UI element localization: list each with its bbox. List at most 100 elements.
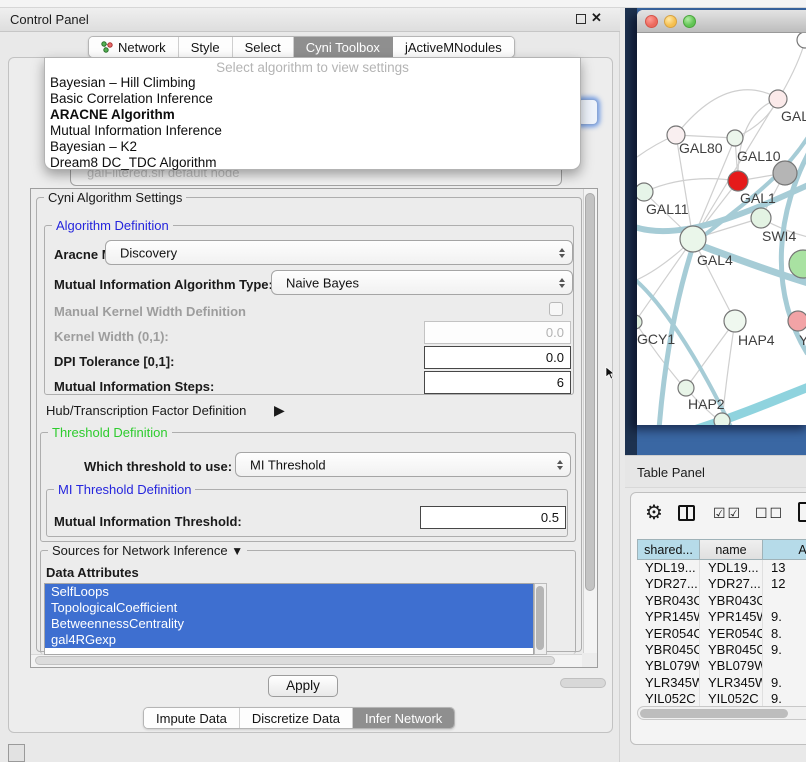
tab-label: Discretize Data <box>252 711 340 726</box>
control-panel-tabbar: NetworkStyle Select Cyni Toolbox jActiveMNo… <box>88 36 515 58</box>
attribute-list-scrollbar-thumb[interactable] <box>536 586 544 650</box>
threshold-definition-title: Threshold Definition <box>48 425 172 440</box>
gear-icon[interactable]: ⚙ <box>645 500 663 525</box>
mi-algorithm-type-select[interactable]: Naive Bayes <box>271 270 573 295</box>
settings-horizontal-scrollbar-thumb[interactable] <box>35 656 555 665</box>
algorithm-option-bayesian-k2[interactable]: Bayesian – K2 <box>45 139 580 155</box>
which-threshold-select[interactable]: MI Threshold <box>235 452 571 477</box>
tab-label: Select <box>245 40 281 55</box>
tab-impute-data[interactable]: Impute Data <box>144 708 240 728</box>
close-icon[interactable]: ✕ <box>591 10 602 26</box>
network-node[interactable] <box>728 171 748 191</box>
dpi-tolerance-input[interactable]: 0.0 <box>424 346 571 369</box>
table-row[interactable]: YER054CYER054C8. <box>637 626 806 642</box>
restore-icon[interactable] <box>576 14 586 24</box>
attribute-topologicalcoefficient[interactable]: TopologicalCoefficient <box>45 600 533 616</box>
table-horizontal-scrollbar-thumb[interactable] <box>640 709 788 718</box>
mi-steps-input[interactable]: 6 <box>424 371 571 394</box>
table-cell: YBR045C <box>700 642 763 658</box>
hub-definition-label[interactable]: Hub/Transcription Factor Definition <box>46 403 246 418</box>
collapse-arrow-icon[interactable]: ▼ <box>231 544 243 558</box>
table-row[interactable]: YDL19...YDL19...13 <box>637 560 806 576</box>
spinner-arrows-icon <box>557 460 563 470</box>
manual-kernel-width-checkbox[interactable] <box>549 302 563 316</box>
column-header-name[interactable]: name <box>700 539 763 560</box>
tab-discretize-data[interactable]: Discretize Data <box>240 708 353 728</box>
table-row[interactable]: YBR043CYBR043C <box>637 593 806 609</box>
kernel-width-input[interactable]: 0.0 <box>424 321 571 344</box>
mi-threshold-group-title: MI Threshold Definition <box>54 482 195 497</box>
network-node-swi4[interactable] <box>789 250 806 278</box>
network-node-label: HAP2 <box>688 396 725 412</box>
tab-cyni-toolbox[interactable]: Cyni Toolbox <box>294 37 393 57</box>
network-node-hap2[interactable] <box>678 380 694 396</box>
minimize-button[interactable] <box>664 15 677 28</box>
select-all-checkbox-icon[interactable]: ☑☑ <box>713 505 742 522</box>
node-table: shared...nameA YDL19...YDL19...13YDR27..… <box>637 539 806 708</box>
table-row[interactable]: YPR145WYPR145W9. <box>637 609 806 625</box>
tab-network[interactable]: Network <box>89 37 179 57</box>
network-node-hap4[interactable] <box>724 310 746 332</box>
network-node-label: SWI4 <box>762 228 796 244</box>
network-node[interactable] <box>773 161 797 185</box>
mi-threshold-input[interactable]: 0.5 <box>420 506 566 529</box>
algorithm-option-dream8-dc-tdc-algorithm[interactable]: Dream8 DC_TDC Algorithm <box>45 155 580 171</box>
network-canvas[interactable]: GALGAL80GAL10GAL1GAL11GAL4SWI4GCY1HAP4YH… <box>637 33 806 425</box>
table-panel-card: ⚙ ☑☑ ☐☐ shared...nameA YDL19...YDL19...1… <box>630 492 806 745</box>
tab-select[interactable]: Select <box>233 37 294 57</box>
table-row[interactable]: YLR345WYLR345W9. <box>637 675 806 691</box>
column-header-shared[interactable]: shared... <box>637 539 700 560</box>
aracne-mode-select[interactable]: Discovery <box>105 240 573 265</box>
tab-style[interactable]: Style <box>179 37 233 57</box>
kernel-width-label: Kernel Width (0,1): <box>54 329 169 344</box>
column-header-a[interactable]: A <box>763 539 806 560</box>
table-cell: YPR145W <box>700 609 763 625</box>
panel-horizontal-scrollbar-thumb[interactable] <box>560 678 606 688</box>
network-node-gal11[interactable] <box>637 183 653 201</box>
network-node-gal[interactable] <box>769 90 787 108</box>
algorithm-option-mutual-information-inference[interactable]: Mutual Information Inference <box>45 123 580 139</box>
table-row[interactable]: YBL079WYBL079W <box>637 658 806 674</box>
deselect-all-checkbox-icon[interactable]: ☐☐ <box>755 505 784 522</box>
close-button[interactable] <box>645 15 658 28</box>
expand-arrow-icon[interactable]: ▶ <box>274 402 285 419</box>
attribute-selfloops[interactable]: SelfLoops <box>45 584 533 600</box>
algorithm-option-bayesian-hill-climbing[interactable]: Bayesian – Hill Climbing <box>45 75 580 91</box>
network-node-label: GAL1 <box>740 190 776 206</box>
minimized-panel-box[interactable] <box>8 744 25 762</box>
network-panel-shadow <box>625 8 637 455</box>
table-cell: YLR345W <box>700 675 763 691</box>
table-cell: YBL079W <box>700 658 763 674</box>
split-columns-icon[interactable] <box>678 505 695 521</box>
network-node-gal10[interactable] <box>727 130 743 146</box>
network-edge <box>676 90 774 135</box>
network-node-gcy1[interactable] <box>637 315 642 329</box>
cyni-settings-group-title: Cyni Algorithm Settings <box>44 190 186 205</box>
attribute-gal4rgexp[interactable]: gal4RGexp <box>45 632 533 648</box>
mi-type-label: Mutual Information Algorithm Type: <box>54 277 273 292</box>
screen: Control Panel ✕ NetworkStyleSelectCyni T… <box>0 0 806 762</box>
sources-group-title: Sources for Network Inference ▼ <box>48 543 247 558</box>
network-window-titlebar <box>637 10 806 33</box>
table-horizontal-scrollbar[interactable] <box>637 706 806 720</box>
apply-button[interactable]: Apply <box>268 675 338 697</box>
network-node-gal1[interactable] <box>751 208 771 228</box>
network-node-y[interactable] <box>788 311 806 331</box>
table-row[interactable]: YBR045CYBR045C9. <box>637 642 806 658</box>
network-node[interactable] <box>797 33 806 48</box>
table-cell: 12 <box>763 576 806 592</box>
table-row[interactable]: YDR27...YDR27...12 <box>637 576 806 592</box>
document-icon[interactable] <box>798 502 806 522</box>
tab-label: Cyni Toolbox <box>306 40 380 55</box>
tab-infer-network[interactable]: Infer Network <box>353 708 454 728</box>
attribute-betweennesscentrality[interactable]: BetweennessCentrality <box>45 616 533 632</box>
algorithm-option-basic-correlation-inference[interactable]: Basic Correlation Inference <box>45 91 580 107</box>
network-edge <box>782 41 805 93</box>
algorithm-option-aracne-algorithm[interactable]: ARACNE Algorithm <box>45 107 580 123</box>
settings-vertical-scrollbar-thumb[interactable] <box>585 193 595 591</box>
zoom-button[interactable] <box>683 15 696 28</box>
network-node-label: GCY1 <box>637 331 675 347</box>
network-node[interactable] <box>714 413 730 425</box>
network-node-gal4[interactable] <box>680 226 706 252</box>
tab-jactivemnodules[interactable]: jActiveMNodules <box>393 37 514 57</box>
